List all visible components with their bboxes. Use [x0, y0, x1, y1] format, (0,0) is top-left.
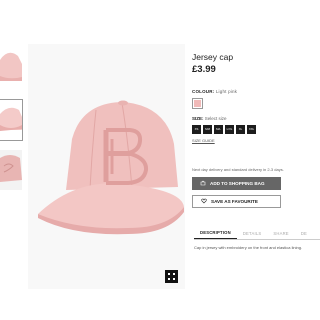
tab-description[interactable]: DESCRIPTION	[194, 227, 237, 239]
cap-product-illustration	[28, 44, 185, 289]
product-info: Jersey cap £3.99 COLOUR: Light pink SIZE…	[192, 52, 320, 208]
description-text: Cap in jersey with embroidery on the fro…	[194, 245, 303, 250]
product-title: Jersey cap	[192, 52, 234, 62]
colour-label: COLOUR:	[192, 89, 215, 94]
delivery-info: Next day delivery and standard delivery …	[192, 167, 284, 172]
cap-thumbnail-image	[0, 52, 22, 81]
size-option-xxl[interactable]: XXL	[247, 125, 256, 134]
size-option-s-m[interactable]: S/M	[203, 125, 212, 134]
tab-de[interactable]: DE	[295, 227, 313, 239]
tab-details[interactable]: DETAILS	[237, 227, 268, 239]
shopping-bag-icon	[200, 180, 206, 187]
colour-value: Light pink	[215, 89, 238, 94]
colour-swatch[interactable]	[192, 98, 203, 109]
colour-swatch-fill	[194, 100, 201, 107]
add-to-bag-label: ADD TO SHOPPING BAG	[210, 181, 265, 186]
size-option-xl[interactable]: XL	[236, 125, 245, 134]
size-label-row: SIZE: Select size	[192, 116, 320, 121]
thumbnail-2[interactable]	[0, 99, 23, 141]
size-option-xs[interactable]: XS	[192, 125, 201, 134]
thumbnail-1[interactable]	[0, 50, 22, 90]
product-price: £3.99	[192, 64, 216, 75]
thumbnail-3[interactable]	[0, 150, 22, 190]
zoom-icon[interactable]	[165, 270, 178, 283]
product-page: Jersey cap £3.99 COLOUR: Light pink SIZE…	[0, 0, 320, 320]
cap-thumbnail-image	[0, 107, 22, 131]
heart-icon	[201, 198, 207, 205]
size-options: XS S/M M/L L/XL XL XXL	[192, 125, 320, 134]
save-as-favourite-button[interactable]: SAVE AS FAVOURITE	[192, 195, 281, 208]
size-value: Select size	[204, 116, 227, 121]
thumbnail-list	[0, 50, 23, 200]
size-option-l-xl[interactable]: L/XL	[225, 125, 234, 134]
size-option-m-l[interactable]: M/L	[214, 125, 223, 134]
main-product-image[interactable]	[28, 44, 185, 289]
size-guide-link[interactable]: SIZE GUIDE	[192, 138, 320, 143]
product-tabs: DESCRIPTION DETAILS SHARE DE	[194, 227, 320, 240]
size-label: SIZE:	[192, 116, 204, 121]
colour-label-row: COLOUR: Light pink	[192, 89, 320, 94]
add-to-shopping-bag-button[interactable]: ADD TO SHOPPING BAG	[192, 177, 281, 190]
tab-share[interactable]: SHARE	[267, 227, 294, 239]
save-favourite-label: SAVE AS FAVOURITE	[211, 199, 258, 204]
cap-thumbnail-image	[0, 150, 22, 190]
